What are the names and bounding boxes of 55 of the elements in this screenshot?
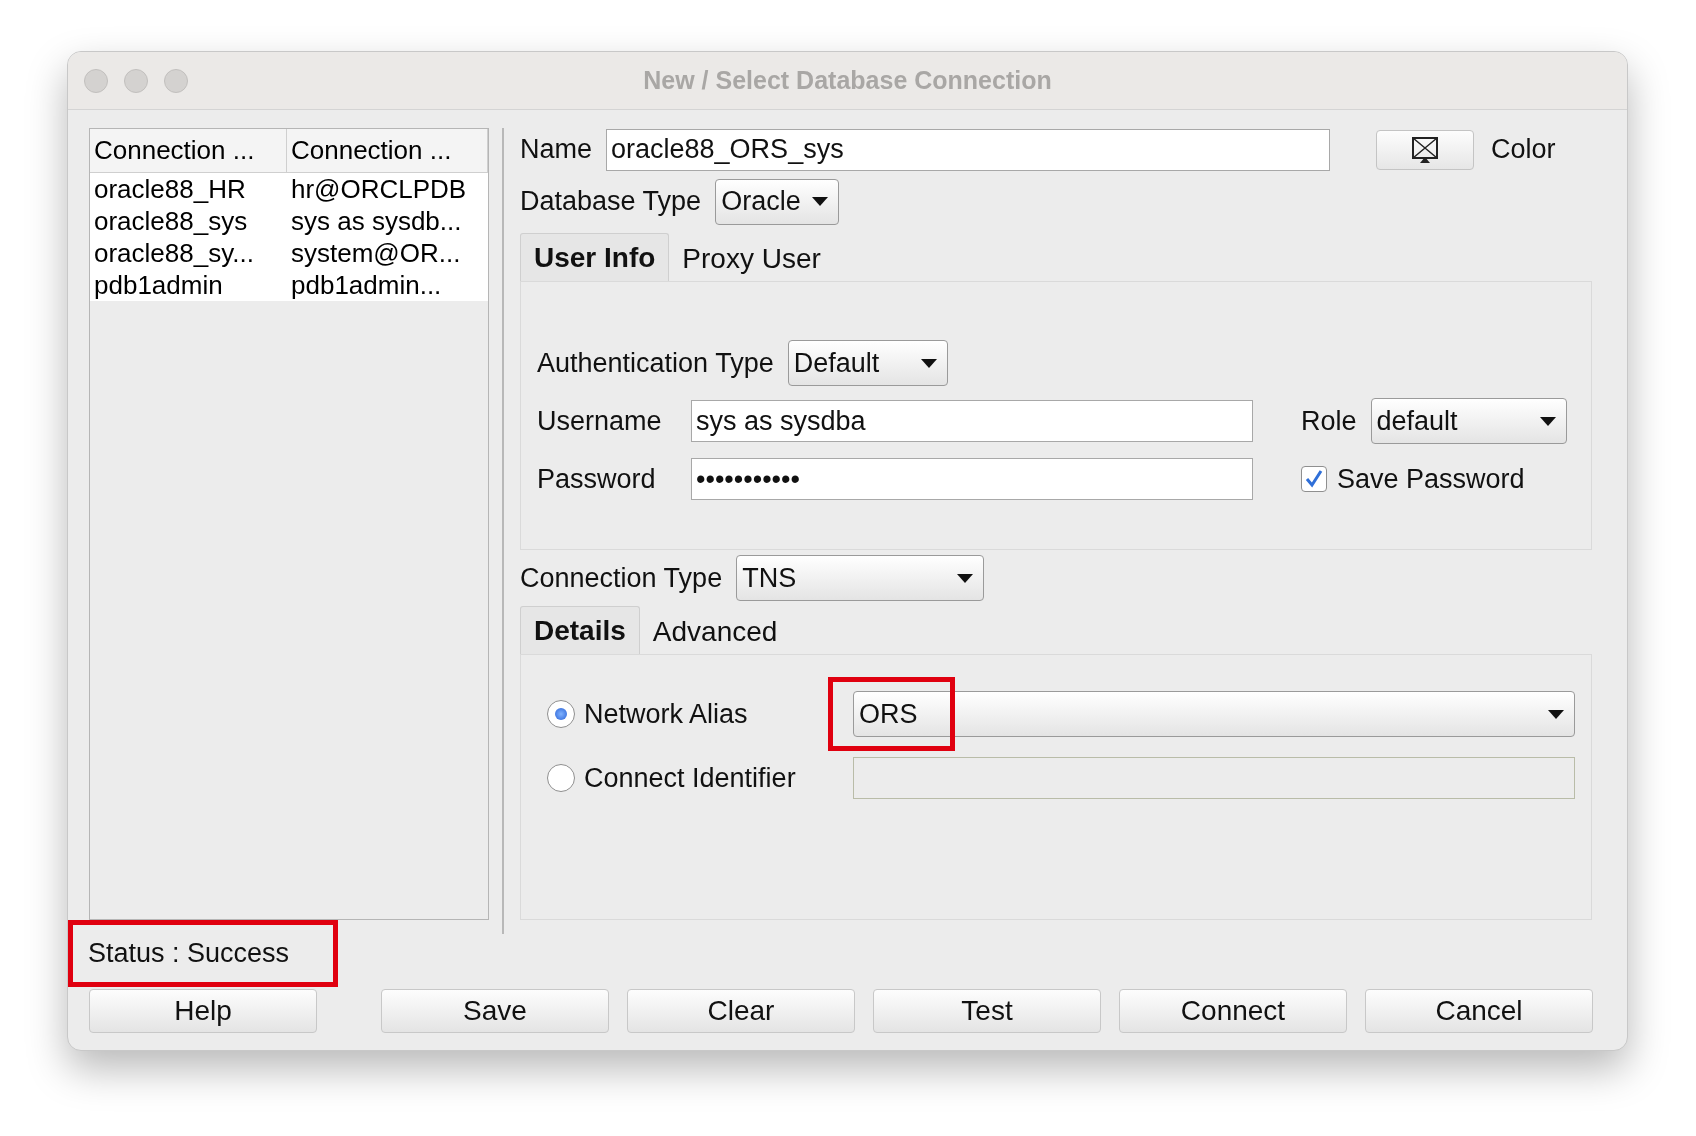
- caret-icon: [1539, 416, 1556, 426]
- radio-button[interactable]: [547, 764, 575, 793]
- option-label: Connect Identifier: [584, 762, 796, 794]
- table-cell[interactable]: oracle88_sy...: [90, 237, 287, 269]
- window-title: New / Select Database Connection: [643, 66, 1052, 95]
- network-alias-dropdown[interactable]: ORS: [853, 691, 1575, 738]
- caret-icon: [920, 358, 937, 368]
- table-cell[interactable]: pdb1admin: [90, 269, 287, 301]
- tab[interactable]: User Info: [520, 233, 670, 282]
- caret-icon: [957, 573, 974, 583]
- table-cell[interactable]: hr@ORCLPDB: [287, 173, 488, 205]
- password-label: Password: [537, 463, 657, 495]
- zoom-icon[interactable]: [164, 68, 188, 93]
- authentication-type-label: Authentication Type: [537, 347, 774, 379]
- name-label: Name: [520, 134, 593, 166]
- table-cell[interactable]: pdb1admin...: [287, 269, 488, 301]
- close-icon[interactable]: [84, 68, 108, 93]
- dialog-button[interactable]: Connect: [1119, 989, 1347, 1033]
- dialog-button[interactable]: Test: [873, 989, 1101, 1033]
- connection-type-dropdown[interactable]: TNS: [736, 555, 985, 602]
- save-password-label: Save Password: [1337, 463, 1525, 495]
- caret-icon: [1548, 709, 1564, 719]
- dialog-button[interactable]: Cancel: [1365, 989, 1593, 1033]
- dialog-button[interactable]: Save: [381, 989, 609, 1033]
- role-dropdown[interactable]: default: [1370, 398, 1567, 445]
- color-picker-icon: [1411, 135, 1440, 164]
- status-text: Status : Success: [88, 938, 290, 969]
- table-cell[interactable]: oracle88_HR: [90, 173, 287, 205]
- column-header[interactable]: Connection ...: [90, 129, 287, 172]
- column-header[interactable]: Connection ...: [287, 129, 488, 172]
- username-label: Username: [537, 405, 663, 437]
- dialog-button[interactable]: Clear: [627, 989, 855, 1033]
- checkbox[interactable]: [1301, 466, 1327, 493]
- name-field[interactable]: oracle88_ORS_sys: [606, 128, 1331, 171]
- table-cell[interactable]: oracle88_sys: [90, 205, 287, 237]
- username-field[interactable]: sys as sysdba: [691, 400, 1253, 443]
- table-cell[interactable]: sys as sysdb...: [287, 205, 488, 237]
- password-field[interactable]: •••••••••••: [691, 458, 1253, 501]
- radio-button[interactable]: [547, 700, 575, 729]
- role-label: Role: [1301, 405, 1357, 437]
- tab[interactable]: Advanced: [639, 610, 791, 655]
- connection-type-label: Connection Type: [520, 562, 723, 594]
- minimize-icon[interactable]: [124, 68, 148, 93]
- database-type-dropdown[interactable]: Oracle: [715, 178, 840, 225]
- authentication-type-dropdown[interactable]: Default: [787, 340, 948, 387]
- color-button[interactable]: [1376, 129, 1475, 170]
- connect-identifier-field[interactable]: [853, 757, 1575, 800]
- option-label: Network Alias: [584, 698, 748, 730]
- dialog-button[interactable]: Help: [89, 989, 317, 1033]
- database-type-label: Database Type: [520, 186, 702, 218]
- tab[interactable]: Proxy User: [669, 237, 834, 282]
- table-cell[interactable]: system@OR...: [287, 237, 488, 269]
- caret-icon: [812, 197, 829, 207]
- tab[interactable]: Details: [520, 606, 640, 655]
- color-label: Color: [1491, 134, 1556, 166]
